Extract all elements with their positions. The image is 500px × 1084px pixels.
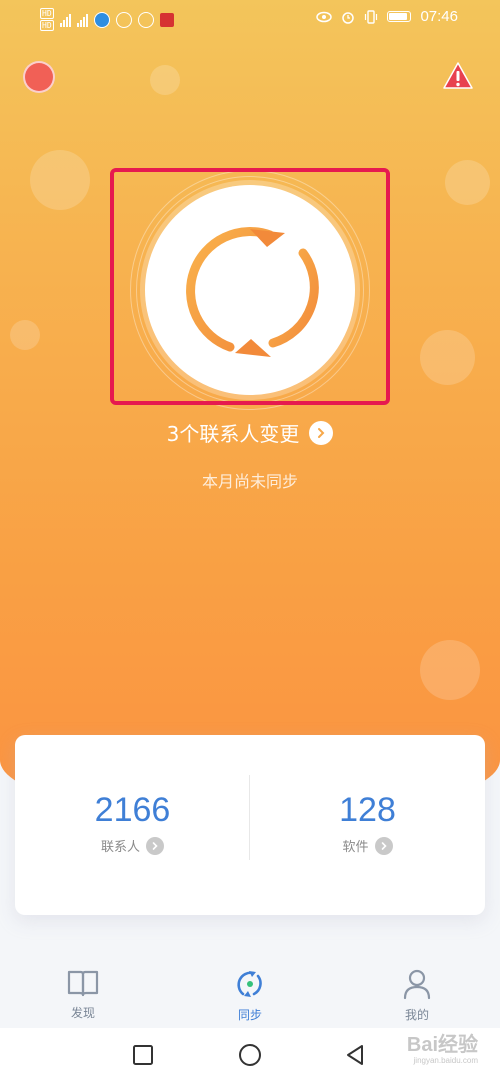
eye-icon bbox=[316, 11, 333, 22]
tab-mine[interactable]: 我的 bbox=[367, 968, 467, 1023]
vibrate-icon bbox=[365, 9, 378, 24]
hero-background bbox=[0, 0, 500, 820]
tab-mine-label: 我的 bbox=[404, 1008, 429, 1022]
highlight-frame bbox=[110, 168, 390, 405]
tab-discover-label: 发现 bbox=[70, 1006, 95, 1020]
contacts-stat[interactable]: 2166 联系人 bbox=[15, 790, 250, 855]
apps-stat[interactable]: 128 软件 bbox=[250, 790, 485, 855]
book-icon bbox=[67, 970, 99, 997]
app-notification-icon bbox=[159, 12, 174, 27]
back-triangle-icon[interactable] bbox=[344, 1044, 366, 1066]
signal-icon bbox=[76, 13, 88, 27]
hotspot-icon bbox=[115, 11, 132, 28]
chevron-right-icon bbox=[374, 836, 393, 855]
sync-status-text: 本月尚未同步 bbox=[201, 472, 298, 491]
person-icon bbox=[403, 969, 431, 1000]
watermark: Bai经验 jingyan.baidu.com bbox=[407, 1034, 478, 1066]
decor-bubble bbox=[445, 160, 490, 205]
decor-bubble bbox=[150, 65, 180, 95]
bottom-nav: 发现 同步 我的 bbox=[0, 950, 500, 1028]
stats-card: 2166 联系人 128 软件 bbox=[15, 735, 485, 915]
contacts-count: 2166 bbox=[94, 791, 171, 829]
watermark-sub: jingyan.baidu.com bbox=[413, 1056, 478, 1065]
clock: 07:46 bbox=[420, 8, 458, 25]
contact-changes-text: 3个联系人变更 bbox=[166, 422, 300, 446]
screen: HD HD 07:46 3个联系人变更 本月尚未同步 2166 联系人 128 … bbox=[0, 0, 500, 1084]
app-notification-icon bbox=[93, 11, 110, 28]
circle-icon[interactable] bbox=[238, 1044, 262, 1068]
tab-discover[interactable]: 发现 bbox=[33, 968, 133, 1021]
status-bar: HD HD 07:46 bbox=[0, 0, 500, 38]
decor-bubble bbox=[10, 320, 40, 350]
signal-icon bbox=[59, 13, 71, 27]
alarm-icon bbox=[342, 11, 355, 24]
decor-bubble bbox=[30, 150, 90, 210]
decor-bubble bbox=[420, 330, 475, 385]
warning-icon[interactable] bbox=[442, 60, 474, 92]
avatar[interactable] bbox=[23, 61, 55, 93]
square-icon[interactable] bbox=[132, 1044, 154, 1066]
chevron-right-icon bbox=[146, 836, 164, 855]
battery-icon bbox=[387, 11, 412, 22]
sync-icon bbox=[237, 971, 262, 997]
tab-sync-label: 同步 bbox=[237, 1008, 262, 1022]
app-notification-icon bbox=[137, 11, 154, 28]
hd-badge: HD bbox=[40, 8, 54, 19]
apps-label: 软件 bbox=[342, 840, 369, 855]
decor-bubble bbox=[420, 640, 480, 700]
apps-count: 128 bbox=[339, 791, 396, 829]
watermark-main: Bai经验 bbox=[406, 1034, 478, 1056]
contact-changes-link[interactable]: 3个联系人变更 bbox=[0, 418, 500, 447]
system-nav-bar: Bai经验 jingyan.baidu.com bbox=[0, 1028, 500, 1084]
hd-badge: HD bbox=[40, 20, 54, 31]
tab-sync[interactable]: 同步 bbox=[200, 968, 300, 1023]
chevron-right-icon bbox=[309, 420, 334, 445]
contacts-label: 联系人 bbox=[100, 840, 140, 855]
